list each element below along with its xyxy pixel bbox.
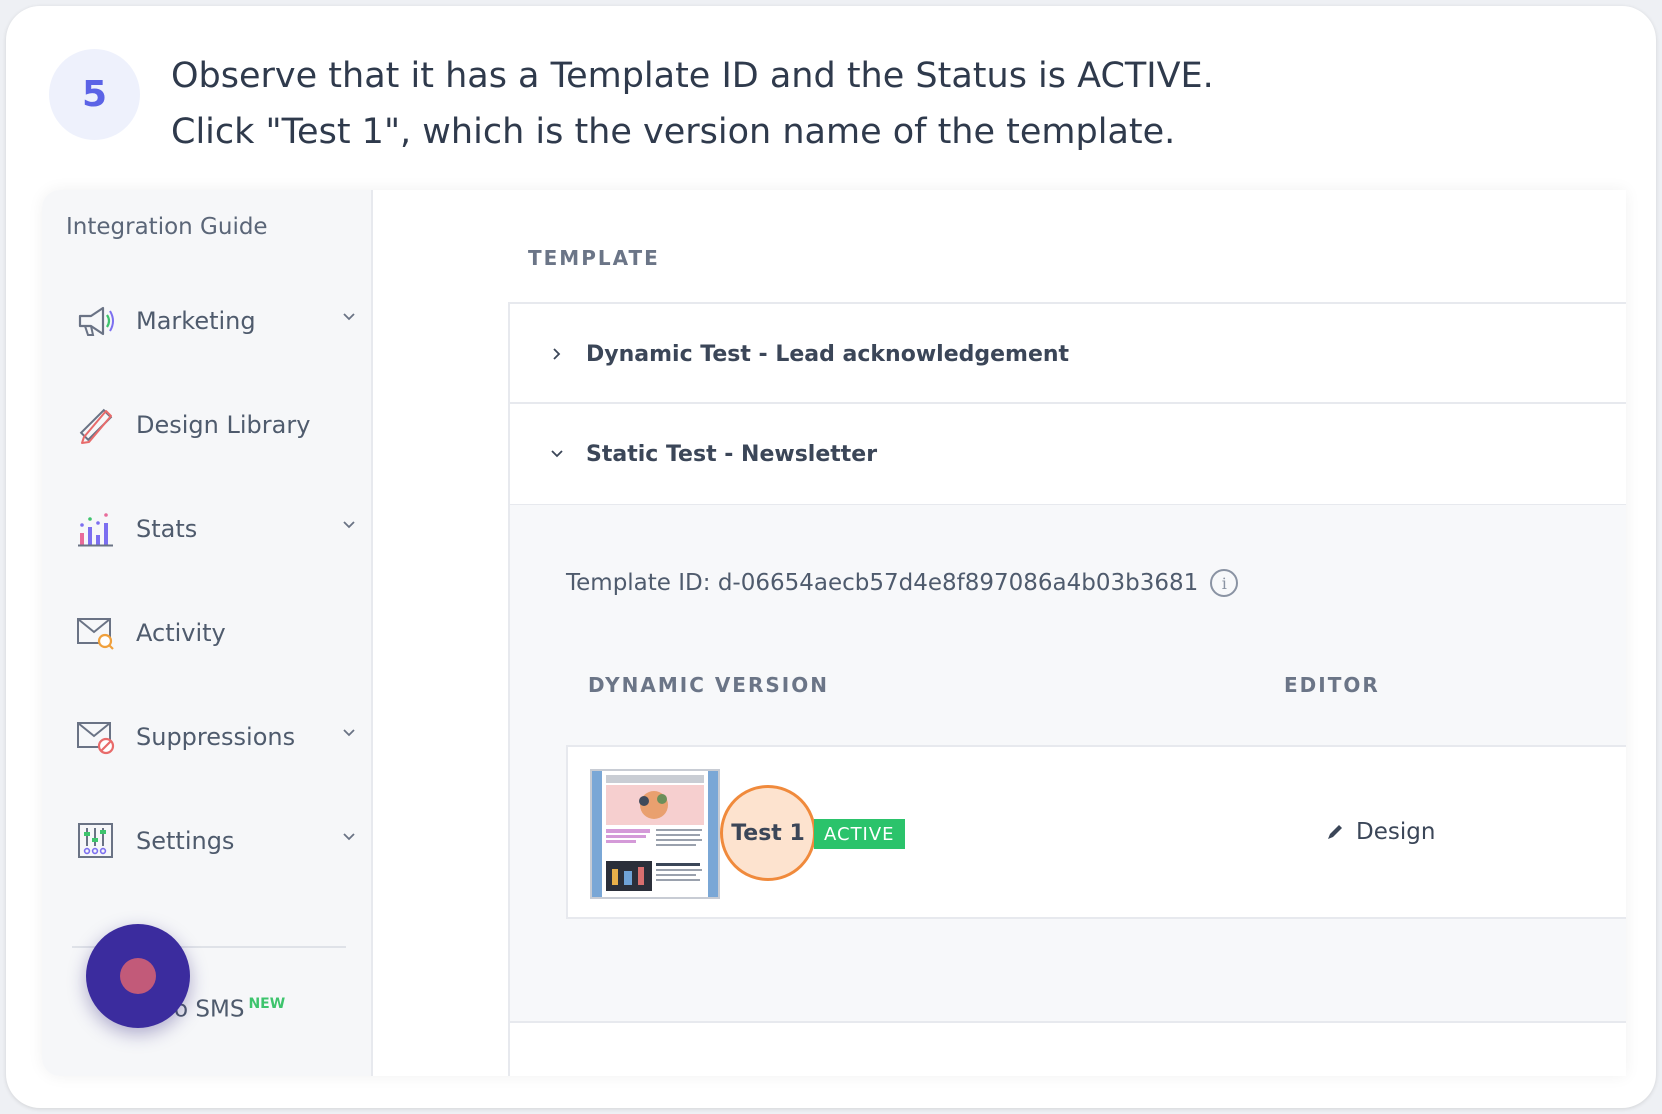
main-content: TEMPLATE Dynamic Test - Lead acknowledge… (375, 190, 1626, 1076)
template-thumbnail[interactable] (590, 769, 720, 899)
sidebar-header[interactable]: Integration Guide (66, 214, 268, 240)
chevron-down-icon (343, 313, 355, 321)
editor-design: Design (1326, 819, 1435, 845)
chevron-down-icon (343, 833, 355, 841)
envelope-search-icon (76, 613, 116, 653)
chevron-down-icon (343, 729, 355, 737)
sidebar-item-label: Activity (136, 619, 226, 647)
info-icon[interactable]: i (1210, 569, 1239, 597)
sidebar-item-label: Stats (136, 515, 198, 543)
step-line-2: Click "Test 1", which is the version nam… (171, 112, 1176, 152)
next-template-row (508, 1023, 1626, 1076)
version-name-link[interactable]: Test 1 (731, 821, 805, 846)
sidebar-item-suppressions[interactable]: Suppressions (76, 712, 366, 762)
status-badge: ACTIVE (814, 819, 905, 849)
version-row[interactable]: Test 1 ACTIVE Design (566, 745, 1626, 919)
section-label-template: TEMPLATE (528, 246, 660, 270)
template-row-dynamic-test[interactable]: Dynamic Test - Lead acknowledgement (508, 302, 1626, 406)
pencil-icon (1328, 825, 1342, 839)
sidebar-item-sms[interactable]: o SMS NEW (174, 996, 285, 1023)
pencil-ruler-icon (76, 405, 116, 445)
envelope-block-icon (76, 717, 116, 757)
sidebar-item-label: Design Library (136, 411, 311, 439)
sidebar-item-label: Marketing (136, 307, 256, 335)
template-details-panel: Template ID: d-06654aecb57d4e8f897086a4b… (508, 505, 1626, 1023)
sidebar-item-label: Settings (136, 827, 235, 855)
sidebar-item-marketing[interactable]: Marketing (76, 296, 366, 346)
step-line-1: Observe that it has a Template ID and th… (171, 56, 1214, 96)
step-instructions: Observe that it has a Template ID and th… (171, 48, 1214, 160)
column-header-dynamic-version: DYNAMIC VERSION (588, 673, 829, 697)
template-id-text: Template ID: d-06654aecb57d4e8f897086a4b… (566, 570, 1199, 596)
record-button[interactable] (86, 924, 190, 1028)
chevron-right-icon[interactable] (550, 347, 564, 361)
sidebar-item-settings[interactable]: Settings (76, 816, 366, 866)
column-header-editor: EDITOR (1284, 673, 1380, 697)
sidebar-item-design-library[interactable]: Design Library (76, 400, 366, 450)
version-name-highlight[interactable]: Test 1 (720, 785, 816, 881)
step-number-badge: 5 (49, 49, 140, 140)
record-dot-icon (120, 958, 156, 994)
chevron-down-icon (343, 521, 355, 529)
template-id: Template ID: d-06654aecb57d4e8f897086a4b… (566, 569, 1239, 597)
template-row-static-test[interactable]: Static Test - Newsletter (508, 402, 1626, 506)
sidebar-item-label: Suppressions (136, 723, 296, 751)
app-screenshot: Integration Guide Marketing Design Libra… (42, 190, 1626, 1076)
sidebar-item-activity[interactable]: Activity (76, 608, 366, 658)
bar-chart-icon (76, 509, 116, 549)
sidebar: Integration Guide Marketing Design Libra… (42, 190, 373, 1076)
new-badge: NEW (248, 996, 286, 1012)
chevron-down-icon[interactable] (550, 447, 564, 461)
sidebar-item-stats[interactable]: Stats (76, 504, 366, 554)
sms-label: o SMS (174, 996, 245, 1023)
sliders-icon (76, 821, 116, 861)
step-card: 5 Observe that it has a Template ID and … (6, 6, 1656, 1108)
megaphone-icon (76, 301, 116, 341)
editor-label: Design (1356, 819, 1436, 845)
template-name: Dynamic Test - Lead acknowledgement (586, 341, 1070, 367)
template-name: Static Test - Newsletter (586, 441, 878, 467)
